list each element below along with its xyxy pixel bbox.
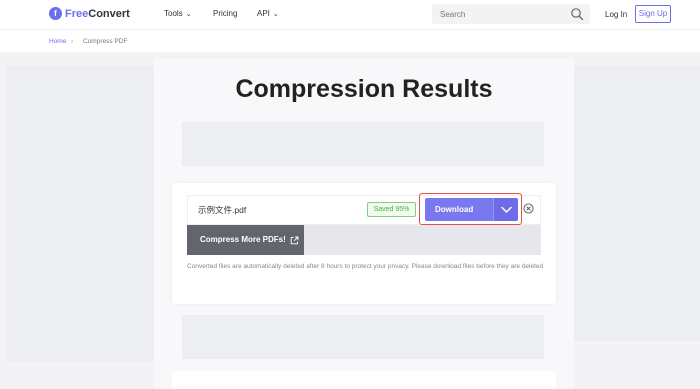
logo-text: FreeConvert: [65, 8, 130, 20]
breadcrumb: Home › Compress PDF: [0, 29, 700, 52]
login-link[interactable]: Log In: [605, 10, 627, 19]
privacy-notice: Converted files are automatically delete…: [187, 263, 544, 270]
nav-tools-label: Tools: [164, 9, 183, 18]
saved-badge: Saved 95%: [367, 202, 416, 217]
logo-icon: f: [49, 7, 62, 20]
search-box: [432, 4, 590, 24]
remove-icon[interactable]: [523, 203, 534, 214]
top-navbar: f FreeConvert Tools ⌄ Pricing API ⌄ Log …: [0, 0, 700, 29]
chevron-down-icon: ⌄: [272, 10, 279, 18]
breadcrumb-current: Compress PDF: [83, 38, 128, 45]
search-icon[interactable]: [570, 7, 584, 21]
nav-tools[interactable]: Tools ⌄: [164, 9, 192, 18]
nav-api[interactable]: API ⌄: [257, 9, 279, 18]
download-options-toggle[interactable]: [493, 198, 518, 221]
ad-placeholder-top: [182, 122, 544, 166]
page-title: Compression Results: [235, 75, 493, 103]
next-card-edge: [172, 371, 556, 389]
ad-placeholder-bottom: [182, 315, 544, 359]
nav-api-label: API: [257, 9, 270, 18]
breadcrumb-separator: ›: [71, 38, 74, 45]
file-name: 示例文件.pdf: [198, 205, 247, 215]
ad-placeholder-right: [574, 65, 700, 341]
chevron-down-icon: [501, 206, 512, 213]
external-link-icon: [290, 236, 299, 244]
search-input[interactable]: [440, 7, 560, 21]
breadcrumb-home[interactable]: Home: [49, 38, 66, 45]
logo-text-brand: Free: [65, 7, 89, 20]
nav-pricing-label: Pricing: [213, 9, 238, 18]
nav-pricing[interactable]: Pricing: [213, 9, 237, 18]
signup-button[interactable]: Sign Up: [635, 5, 671, 23]
download-button[interactable]: Download: [425, 198, 493, 221]
ad-placeholder-left: [7, 65, 154, 361]
chevron-down-icon: ⌄: [185, 10, 192, 18]
logo[interactable]: f FreeConvert: [49, 7, 130, 20]
compress-more-label: Compress More PDFs!: [200, 235, 286, 244]
logo-text-convert: Convert: [88, 7, 130, 20]
compress-more-button[interactable]: Compress More PDFs!: [187, 225, 304, 255]
